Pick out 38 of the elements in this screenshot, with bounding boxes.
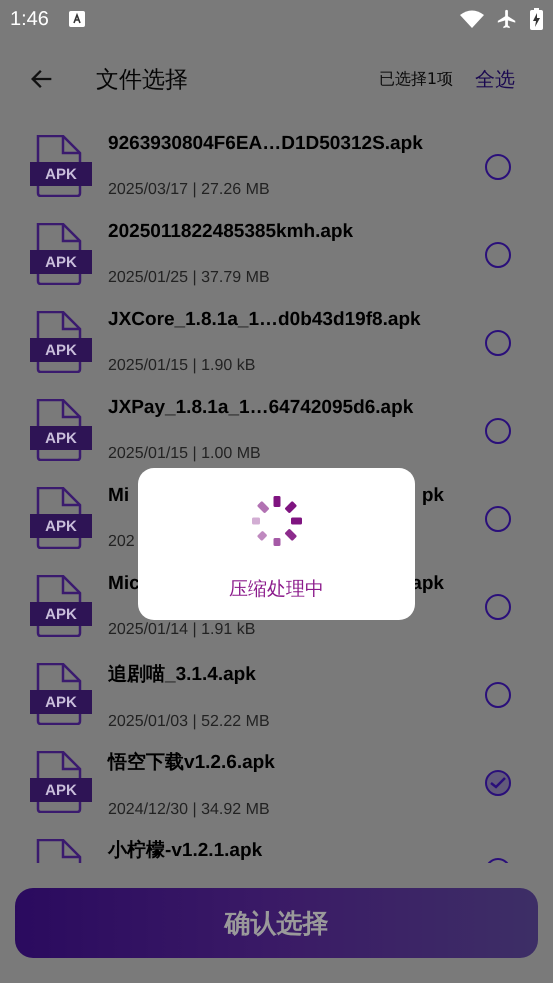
wifi-icon (460, 10, 484, 28)
file-info: 2025/01/25 | 37.79 MB (108, 269, 271, 287)
select-radio[interactable] (485, 594, 511, 620)
page-title: 文件选择 (96, 66, 188, 94)
keyboard-icon (68, 11, 85, 27)
select-radio[interactable] (485, 242, 511, 268)
file-info: 2025/01/03 | 52.22 MB (108, 713, 271, 731)
battery-icon (530, 8, 543, 30)
check-icon (490, 777, 506, 789)
file-info: 202 (108, 533, 136, 551)
file-info: 2024/12/30 | 34.92 MB (108, 801, 271, 819)
file-info: 2025/01/15 | 1.90 kB (108, 357, 256, 375)
select-radio[interactable] (485, 418, 511, 444)
spinner-icon (250, 494, 304, 548)
file-info: 2025/01/15 | 1.00 MB (108, 445, 262, 463)
file-name: 追剧喵_3.1.4.apk (108, 663, 257, 687)
file-name: 悟空下载v1.2.6.apk (108, 750, 276, 775)
file-name: 2025011822485385kmh.apk (108, 221, 354, 243)
file-info: 2025/03/17 | 27.26 MB (108, 181, 271, 199)
select-radio[interactable] (485, 506, 511, 532)
file-name: JXCore_1.8.1a_1…d0b43d19f8.apk (108, 309, 422, 331)
file-name: Mic (108, 573, 140, 595)
file-name: Mi (108, 485, 130, 507)
file-name: pk (422, 485, 444, 507)
file-name: 小柠檬-v1.2.1.apk (108, 838, 264, 863)
select-radio[interactable] (485, 330, 511, 356)
status-time: 1:46 (10, 8, 49, 30)
file-name: 9263930804F6EA…D1D50312S.apk (108, 133, 424, 155)
loading-message: 压缩处理中 (229, 577, 324, 602)
selected-count: 已选择1项 (378, 68, 453, 90)
airplane-icon (496, 8, 518, 30)
select-radio[interactable] (485, 770, 511, 796)
file-name: JXPay_1.8.1a_1…64742095d6.apk (108, 397, 414, 419)
file-info: 2025/01/14 | 1.91 kB (108, 621, 256, 639)
select-radio[interactable] (485, 682, 511, 708)
select-radio[interactable] (485, 154, 511, 180)
confirm-button[interactable]: 确认选择 (15, 888, 538, 958)
select-all-button[interactable]: 全选 (475, 66, 515, 92)
